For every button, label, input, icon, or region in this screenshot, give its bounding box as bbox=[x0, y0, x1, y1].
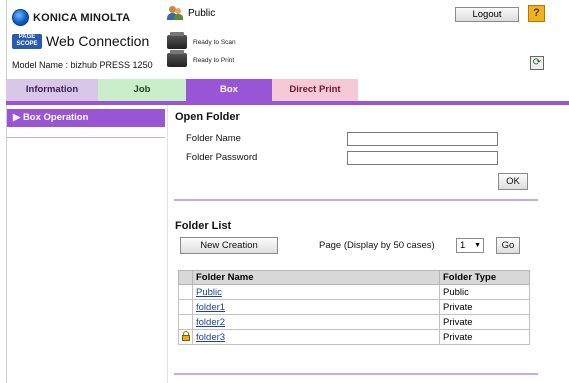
bottom-divider bbox=[174, 373, 538, 375]
web-connection-logo: PAGE SCOPE Web Connection bbox=[12, 33, 149, 49]
globe-icon bbox=[12, 9, 29, 26]
table-row: Public Public bbox=[178, 284, 530, 300]
sidebar-divider bbox=[7, 137, 165, 138]
folder-list-title: Folder List bbox=[175, 220, 232, 232]
row-icon-cell bbox=[178, 299, 193, 315]
user-info: Public bbox=[167, 5, 215, 21]
main-tabs: Information Job Box Direct Print bbox=[6, 79, 569, 101]
table-row: folder1 Private bbox=[178, 299, 530, 315]
logout-button[interactable]: Logout bbox=[455, 7, 519, 22]
page-display-label: Page (Display by 50 cases) bbox=[319, 240, 435, 251]
section-divider bbox=[174, 199, 538, 201]
product-name: Web Connection bbox=[46, 33, 150, 49]
users-icon bbox=[167, 5, 183, 21]
folder-name-cell: folder2 bbox=[192, 314, 440, 330]
row-icon-cell bbox=[178, 284, 193, 300]
tab-underline bbox=[6, 101, 569, 105]
folder-link-folder3[interactable]: folder3 bbox=[196, 332, 225, 343]
table-header-row: Folder Name Folder Type bbox=[178, 270, 530, 285]
scanner-icon bbox=[167, 32, 187, 49]
model-name: Model Name : bizhub PRESS 1250 bbox=[12, 60, 153, 70]
page-select[interactable]: 1 ▼ bbox=[456, 238, 484, 253]
print-status-text: Ready to Print bbox=[193, 56, 235, 64]
status-area: Public Ready to Scan Ready to Print bbox=[167, 5, 427, 75]
brand-name: KONICA MINOLTA bbox=[33, 11, 131, 24]
new-creation-button[interactable]: New Creation bbox=[180, 237, 278, 254]
row-icon-cell bbox=[178, 329, 193, 345]
chevron-down-icon: ▼ bbox=[474, 242, 481, 249]
tab-job[interactable]: Job bbox=[98, 79, 186, 101]
tab-box[interactable]: Box bbox=[186, 79, 272, 101]
folder-name-cell: folder3 bbox=[192, 329, 440, 345]
folder-name-label: Folder Name bbox=[186, 133, 241, 144]
table-header-icon-col bbox=[178, 270, 193, 285]
folder-type-cell: Private bbox=[439, 314, 530, 330]
konica-minolta-logo: KONICA MINOLTA bbox=[12, 9, 130, 26]
open-folder-title: Open Folder bbox=[175, 111, 240, 123]
folder-table: Folder Name Folder Type Public Public fo… bbox=[178, 270, 530, 345]
user-name: Public bbox=[188, 7, 216, 19]
folder-password-label: Folder Password bbox=[186, 152, 258, 163]
table-row: folder3 Private bbox=[178, 329, 530, 345]
folder-password-input[interactable] bbox=[347, 151, 498, 165]
table-header-folder-name: Folder Name bbox=[192, 270, 440, 285]
brand-area: KONICA MINOLTA PAGE SCOPE Web Connection… bbox=[12, 8, 162, 78]
folder-link-folder1[interactable]: folder1 bbox=[196, 302, 225, 313]
print-status: Ready to Print bbox=[167, 50, 235, 67]
lock-icon bbox=[181, 330, 191, 341]
pagescope-badge: PAGE SCOPE bbox=[12, 33, 42, 49]
tab-information[interactable]: Information bbox=[6, 79, 98, 101]
folder-name-cell: folder1 bbox=[192, 299, 440, 315]
table-header-folder-type: Folder Type bbox=[439, 270, 530, 285]
vertical-divider bbox=[167, 105, 168, 383]
folder-name-cell: Public bbox=[192, 284, 440, 300]
folder-type-cell: Private bbox=[439, 329, 530, 345]
folder-type-cell: Public bbox=[439, 284, 530, 300]
tab-direct-print[interactable]: Direct Print bbox=[272, 79, 358, 101]
help-icon[interactable]: ? bbox=[528, 5, 545, 22]
folder-link-public[interactable]: Public bbox=[196, 287, 222, 298]
folder-type-cell: Private bbox=[439, 299, 530, 315]
printer-icon bbox=[167, 50, 187, 67]
folder-name-input[interactable] bbox=[347, 132, 498, 146]
row-icon-cell bbox=[178, 314, 193, 330]
scan-status-text: Ready to Scan bbox=[193, 38, 236, 46]
ok-button[interactable]: OK bbox=[498, 173, 528, 190]
folder-link-folder2[interactable]: folder2 bbox=[196, 317, 225, 328]
sidebar-item-box-operation[interactable]: ▶ Box Operation bbox=[7, 109, 165, 127]
table-row: folder2 Private bbox=[178, 314, 530, 330]
page-select-value: 1 bbox=[460, 240, 466, 251]
go-button[interactable]: Go bbox=[496, 237, 520, 254]
refresh-icon[interactable]: ⟳ bbox=[530, 56, 544, 70]
scan-status: Ready to Scan bbox=[167, 32, 236, 49]
